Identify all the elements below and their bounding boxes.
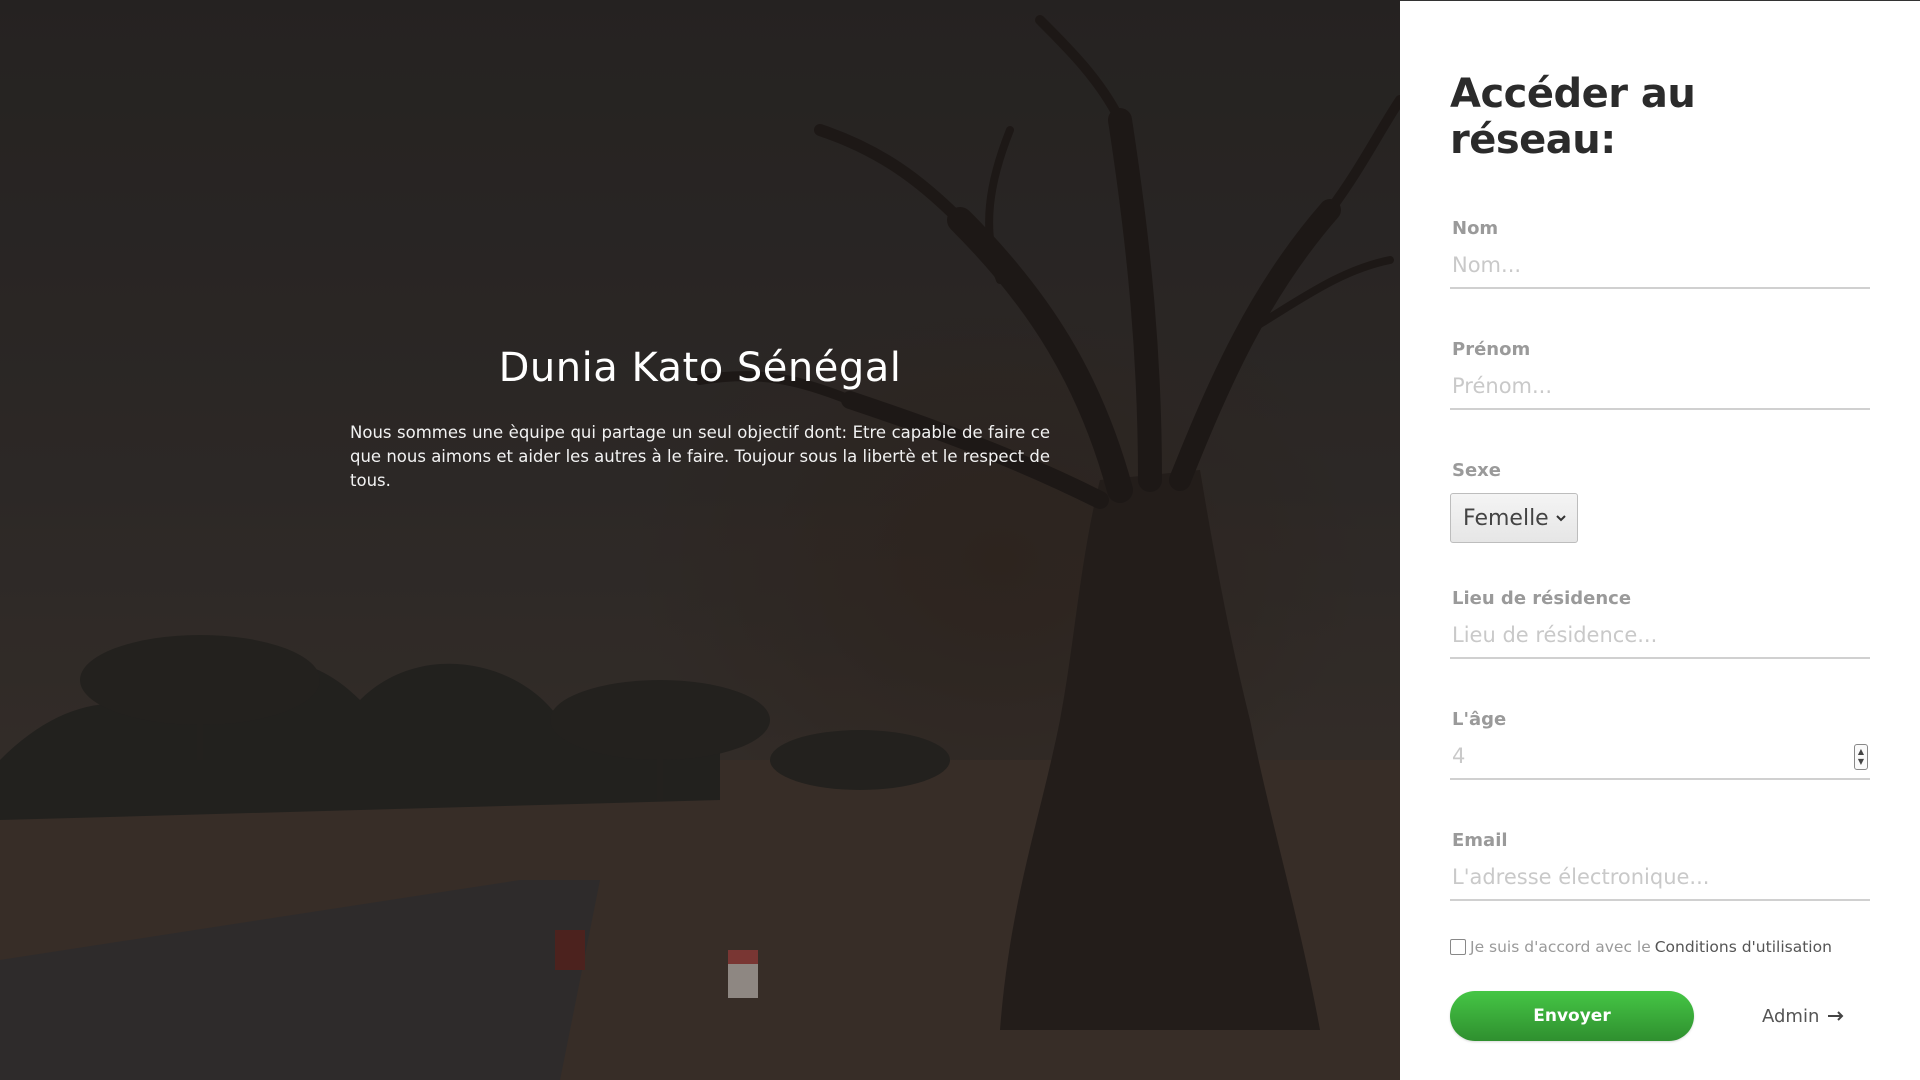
field-lieu: Lieu de résidence xyxy=(1450,588,1870,659)
hero-title: Dunia Kato Sénégal xyxy=(498,345,902,391)
field-prenom: Prénom xyxy=(1450,339,1870,410)
field-age: L'âge 4 ▲ ▼ xyxy=(1450,709,1870,780)
field-email: Email xyxy=(1450,830,1870,901)
age-spinner[interactable]: ▲ ▼ xyxy=(1854,744,1868,770)
email-input[interactable] xyxy=(1450,861,1870,901)
spin-down-icon[interactable]: ▼ xyxy=(1858,757,1864,767)
hero-panel: Dunia Kato Sénégal Nous sommes une èquip… xyxy=(0,0,1400,1080)
email-label: Email xyxy=(1452,830,1508,851)
submit-button[interactable]: Envoyer xyxy=(1450,991,1694,1041)
age-value: 4 xyxy=(1452,744,1466,768)
age-input[interactable]: 4 ▲ ▼ xyxy=(1450,740,1870,780)
registration-panel: Accéder au réseau: Nom Prénom Sexe Femel… xyxy=(1400,0,1920,1080)
age-label: L'âge xyxy=(1452,709,1507,730)
nom-label: Nom xyxy=(1452,218,1499,239)
form-actions: Envoyer Admin xyxy=(1450,991,1870,1041)
terms-link[interactable]: Conditions d'utilisation xyxy=(1655,938,1832,956)
field-sexe: Sexe Femelle xyxy=(1450,460,1870,543)
field-nom: Nom xyxy=(1450,218,1870,289)
page: Dunia Kato Sénégal Nous sommes une èquip… xyxy=(0,0,1920,1080)
lieu-label: Lieu de résidence xyxy=(1452,588,1632,609)
consent-checkbox[interactable] xyxy=(1450,939,1466,955)
sexe-select[interactable]: Femelle xyxy=(1450,493,1578,543)
sexe-label: Sexe xyxy=(1452,460,1501,481)
consent-row: Je suis d'accord avec le Conditions d'ut… xyxy=(1450,938,1870,956)
lieu-input[interactable] xyxy=(1450,619,1870,659)
hero-description: Nous sommes une èquipe qui partage un se… xyxy=(350,423,1050,490)
prenom-label: Prénom xyxy=(1452,339,1531,360)
admin-label: Admin xyxy=(1762,1005,1820,1027)
arrow-right-icon xyxy=(1828,1011,1844,1021)
nom-input[interactable] xyxy=(1450,249,1870,289)
prenom-input[interactable] xyxy=(1450,370,1870,410)
form-title: Accéder au réseau: xyxy=(1450,71,1696,163)
consent-text: Je suis d'accord avec le xyxy=(1470,938,1651,956)
chevron-down-icon xyxy=(1556,515,1566,522)
hero-dark-overlay xyxy=(0,0,1400,1080)
admin-link[interactable]: Admin xyxy=(1762,1006,1845,1027)
hero-text-block: Dunia Kato Sénégal Nous sommes une èquip… xyxy=(350,345,1050,493)
sexe-selected-value: Femelle xyxy=(1463,505,1549,531)
spin-up-icon[interactable]: ▲ xyxy=(1858,747,1864,757)
